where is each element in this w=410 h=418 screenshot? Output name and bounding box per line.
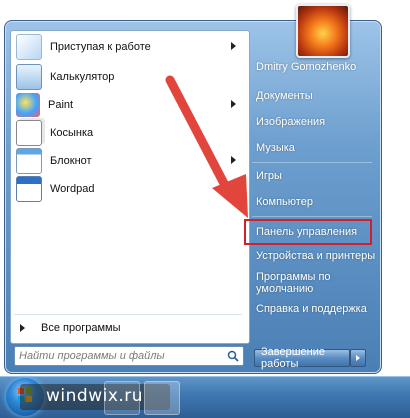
getting-started-icon xyxy=(16,34,42,60)
program-label: Wordpad xyxy=(50,183,95,195)
all-programs-button[interactable]: Все программы xyxy=(12,318,246,338)
right-item-label: Dmitry Gomozhenko xyxy=(256,61,357,73)
shutdown-options-button[interactable] xyxy=(350,349,366,367)
notepad-icon xyxy=(16,148,42,174)
divider xyxy=(14,314,242,315)
program-item-getting-started[interactable]: Приступая к работе xyxy=(12,32,246,62)
documents-link[interactable]: Документы xyxy=(250,87,376,105)
devices-printers-link[interactable]: Устройства и принтеры xyxy=(250,247,376,265)
user-name-link[interactable]: Dmitry Gomozhenko xyxy=(250,58,376,76)
user-picture[interactable] xyxy=(296,4,350,58)
chevron-right-icon xyxy=(356,355,360,361)
shutdown-button[interactable]: Завершение работы xyxy=(254,346,350,370)
games-link[interactable]: Игры xyxy=(250,167,376,185)
annotation-arrow-icon xyxy=(165,75,248,218)
taskbar-app-icon[interactable] xyxy=(104,381,140,415)
program-label: Блокнот xyxy=(50,155,92,167)
right-item-label: Компьютер xyxy=(256,196,313,208)
control-panel-highlight xyxy=(244,219,372,245)
all-programs-label: Все программы xyxy=(41,322,121,334)
right-item-label: Музыка xyxy=(256,142,295,154)
solitaire-icon xyxy=(16,120,42,146)
search-input[interactable]: Найти программы и файлы xyxy=(14,346,244,366)
program-label: Калькулятор xyxy=(50,71,115,83)
separator xyxy=(252,216,372,217)
default-programs-link[interactable]: Программы по умолчанию xyxy=(250,271,376,295)
help-support-link[interactable]: Справка и поддержка xyxy=(250,300,376,318)
paint-taskbar-icon[interactable] xyxy=(144,381,180,415)
paint-icon xyxy=(16,93,40,117)
shutdown-label: Завершение работы xyxy=(261,346,325,370)
right-item-label: Устройства и принтеры xyxy=(256,250,376,262)
expand-arrow-icon xyxy=(20,324,25,332)
computer-link[interactable]: Компьютер xyxy=(250,193,376,211)
separator xyxy=(252,162,372,163)
search-placeholder: Найти программы и файлы xyxy=(19,350,165,362)
calculator-icon xyxy=(16,64,42,90)
search-icon[interactable] xyxy=(227,350,239,362)
right-item-label: Документы xyxy=(256,90,313,102)
program-label: Paint xyxy=(48,99,74,111)
right-item-label: Справка и поддержка xyxy=(256,303,367,315)
pictures-link[interactable]: Изображения xyxy=(250,113,376,131)
right-item-label: Программы по умолчанию xyxy=(256,271,331,295)
submenu-arrow-icon[interactable] xyxy=(231,42,236,50)
music-link[interactable]: Музыка xyxy=(250,139,376,157)
right-item-label: Изображения xyxy=(256,116,326,128)
program-label: Приступая к работе xyxy=(50,41,151,53)
wordpad-icon xyxy=(16,176,42,202)
program-label: Косынка xyxy=(50,127,94,139)
